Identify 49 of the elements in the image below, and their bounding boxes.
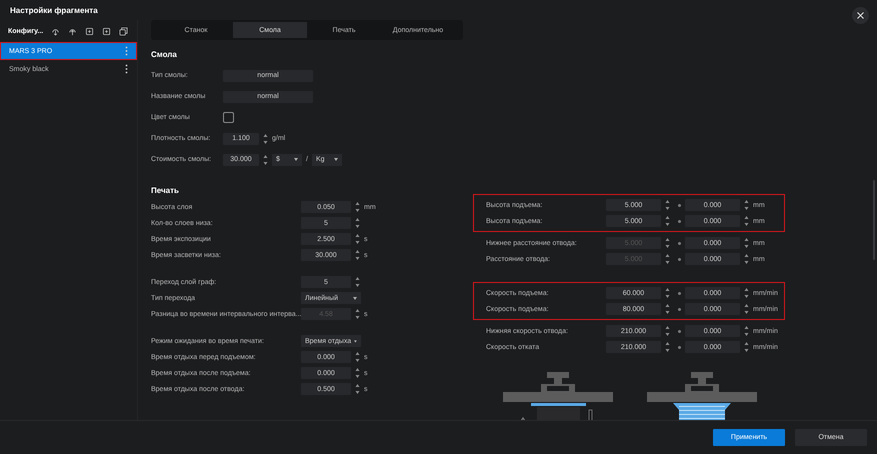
spin-arrows-icon[interactable]	[355, 367, 360, 379]
dot-icon	[678, 292, 681, 294]
close-button[interactable]	[852, 7, 869, 24]
dot-icon	[678, 346, 681, 348]
spin-arrows-icon[interactable]	[744, 199, 749, 211]
spin-arrows-icon[interactable]	[744, 215, 749, 227]
spin-arrows-icon[interactable]	[744, 287, 749, 299]
spin-arrows-icon[interactable]	[744, 325, 749, 337]
spin-arrows-icon[interactable]	[355, 351, 360, 363]
section-title: Печать	[151, 186, 180, 195]
spin-arrows-icon[interactable]	[665, 215, 670, 227]
spin-arrows-icon[interactable]	[355, 308, 360, 320]
spin-arrows-icon[interactable]	[355, 383, 360, 395]
spin-arrows-icon[interactable]	[355, 233, 360, 245]
spin-arrows-icon[interactable]	[665, 287, 670, 299]
download-icon[interactable]	[51, 26, 60, 36]
caret-icon	[354, 340, 357, 342]
spin-arrows-icon[interactable]	[355, 249, 360, 261]
spin-arrows-icon[interactable]	[665, 341, 670, 353]
spin-arrows-icon[interactable]	[665, 253, 670, 265]
spin-arrows-icon[interactable]	[263, 154, 268, 166]
spin-arrows-icon[interactable]	[665, 237, 670, 249]
dot-icon	[678, 220, 681, 222]
caret-icon	[334, 158, 338, 161]
spin-arrows-icon[interactable]	[263, 132, 268, 144]
caret-icon	[353, 296, 357, 300]
spin-arrows-icon[interactable]	[744, 253, 749, 265]
spin-arrows-icon[interactable]	[665, 199, 670, 211]
close-icon	[857, 12, 864, 19]
dot-icon	[678, 242, 681, 244]
copy-icon[interactable]	[119, 26, 128, 36]
caret-icon	[294, 158, 298, 161]
spin-arrows-icon[interactable]	[355, 217, 360, 229]
spin-arrows-icon[interactable]	[744, 341, 749, 353]
dot-icon	[678, 204, 681, 206]
section-title: Смола	[151, 50, 178, 59]
window-title: Настройки фрагмента	[10, 6, 98, 14]
spin-arrows-icon[interactable]	[665, 325, 670, 337]
dot-icon	[678, 258, 681, 260]
dot-icon	[678, 330, 681, 332]
spin-arrows-icon[interactable]	[744, 303, 749, 315]
color-swatch[interactable]	[223, 112, 234, 123]
dot-icon	[678, 308, 681, 310]
spin-arrows-icon[interactable]	[355, 276, 360, 288]
more-icon[interactable]	[125, 64, 128, 74]
spin-arrows-icon[interactable]	[744, 237, 749, 249]
spin-arrows-icon[interactable]	[355, 201, 360, 213]
spin-arrows-icon[interactable]	[665, 303, 670, 315]
upload-icon[interactable]	[68, 26, 78, 36]
